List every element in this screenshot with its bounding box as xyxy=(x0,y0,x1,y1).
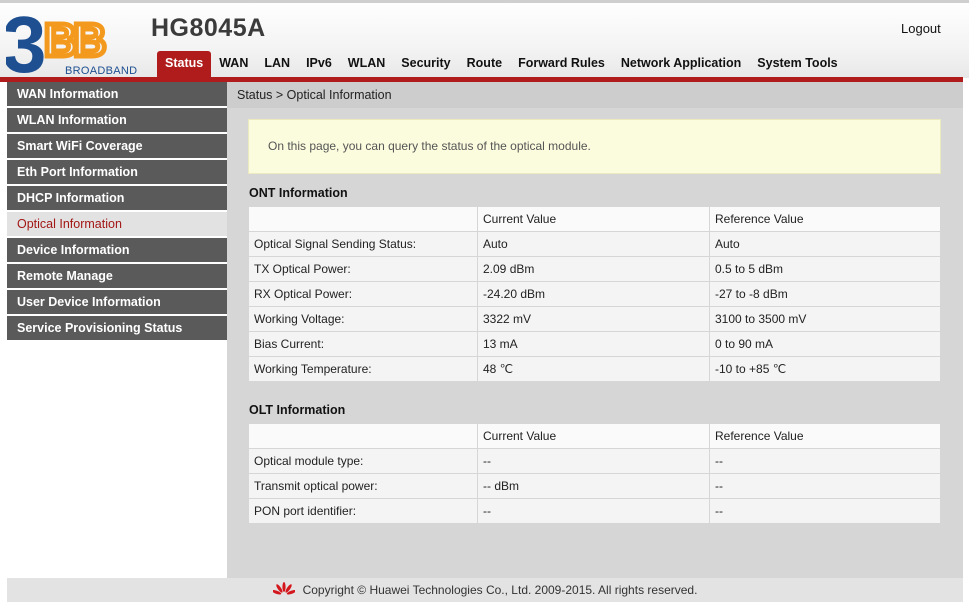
sidebar-item-service-provisioning-status[interactable]: Service Provisioning Status xyxy=(7,316,227,342)
copyright-text: Copyright © Huawei Technologies Co., Ltd… xyxy=(302,583,698,597)
table-header-row: Current Value Reference Value xyxy=(248,423,941,449)
reference-value: 3100 to 3500 mV xyxy=(709,306,941,332)
sidebar-item-wan-information[interactable]: WAN Information xyxy=(7,82,227,108)
page-description: On this page, you can query the status o… xyxy=(248,119,941,174)
nav-tab-wan[interactable]: WAN xyxy=(211,51,256,77)
header: 3 BB BROADBAND HG8045A Logout Status WAN L… xyxy=(0,0,969,78)
table-row: PON port identifier: -- -- xyxy=(248,498,941,524)
row-label: Optical Signal Sending Status: xyxy=(248,231,478,257)
logo-brand-text: BROADBAND xyxy=(65,65,137,77)
row-label: PON port identifier: xyxy=(248,498,478,524)
current-value: -- dBm xyxy=(477,473,710,499)
ont-info-table: Current Value Reference Value Optical Sign… xyxy=(248,206,941,382)
sidebar-item-eth-port-information[interactable]: Eth Port Information xyxy=(7,160,227,186)
column-header: Current Value xyxy=(477,423,710,449)
page-edge xyxy=(963,82,969,611)
reference-value: 0 to 90 mA xyxy=(709,331,941,357)
breadcrumb: Status > Optical Information xyxy=(227,82,963,108)
nav-tab-ipv6[interactable]: IPv6 xyxy=(298,51,340,77)
sidebar-item-dhcp-information[interactable]: DHCP Information xyxy=(7,186,227,212)
content-area: Status > Optical Information On this pag… xyxy=(227,82,963,578)
device-model: HG8045A xyxy=(151,14,266,42)
row-label: Optical module type: xyxy=(248,448,478,474)
logo-3bb: 3 BB BROADBAND xyxy=(6,6,137,78)
row-label: RX Optical Power: xyxy=(248,281,478,307)
sidebar-item-remote-manage[interactable]: Remote Manage xyxy=(7,264,227,290)
current-value: 2.09 dBm xyxy=(477,256,710,282)
sidebar-item-user-device-information[interactable]: User Device Information xyxy=(7,290,227,316)
column-header xyxy=(248,206,478,232)
nav-tab-network-application[interactable]: Network Application xyxy=(613,51,749,77)
top-border xyxy=(0,0,969,3)
current-value: 48 ℃ xyxy=(477,356,710,382)
footer-content: Copyright © Huawei Technologies Co., Ltd… xyxy=(272,578,698,602)
nav-tab-wlan[interactable]: WLAN xyxy=(340,51,394,77)
reference-value: Auto xyxy=(709,231,941,257)
main-nav: Status WAN LAN IPv6 WLAN Security Route Forward… xyxy=(157,51,846,77)
current-value: -24.20 dBm xyxy=(477,281,710,307)
table-row: Working Temperature: 48 ℃ -10 to +85 ℃ xyxy=(248,356,941,382)
nav-tab-forward-rules[interactable]: Forward Rules xyxy=(510,51,613,77)
current-value: 3322 mV xyxy=(477,306,710,332)
row-label: Bias Current: xyxy=(248,331,478,357)
table-row: RX Optical Power: -24.20 dBm -27 to -8 dBm xyxy=(248,281,941,307)
logout-link[interactable]: Logout xyxy=(901,21,941,36)
row-label: Working Voltage: xyxy=(248,306,478,332)
table-row: Optical module type: -- -- xyxy=(248,448,941,474)
table-row: Optical Signal Sending Status: Auto Auto xyxy=(248,231,941,257)
reference-value: -- xyxy=(709,473,941,499)
current-value: 13 mA xyxy=(477,331,710,357)
nav-tab-status[interactable]: Status xyxy=(157,51,212,77)
table-row: Working Voltage: 3322 mV 3100 to 3500 mV xyxy=(248,306,941,332)
ont-section-title: ONT Information xyxy=(249,186,348,200)
olt-info-table: Current Value Reference Value Optical modu… xyxy=(248,423,941,524)
footer: Copyright © Huawei Technologies Co., Ltd… xyxy=(7,578,963,602)
column-header: Reference Value xyxy=(709,423,941,449)
reference-value: -- xyxy=(709,448,941,474)
nav-tab-lan[interactable]: LAN xyxy=(256,51,298,77)
logo-3-glyph: 3 xyxy=(6,6,47,78)
logo-bb-glyph: BB xyxy=(44,14,105,66)
olt-section-title: OLT Information xyxy=(249,403,346,417)
column-header: Current Value xyxy=(477,206,710,232)
page-bottom-edge xyxy=(0,602,969,611)
nav-tab-system-tools[interactable]: System Tools xyxy=(749,51,845,77)
sidebar-item-wlan-information[interactable]: WLAN Information xyxy=(7,108,227,134)
current-value: -- xyxy=(477,498,710,524)
current-value: -- xyxy=(477,448,710,474)
reference-value: -10 to +85 ℃ xyxy=(709,356,941,382)
column-header xyxy=(248,423,478,449)
table-row: TX Optical Power: 2.09 dBm 0.5 to 5 dBm xyxy=(248,256,941,282)
reference-value: -27 to -8 dBm xyxy=(709,281,941,307)
current-value: Auto xyxy=(477,231,710,257)
nav-tab-route[interactable]: Route xyxy=(459,51,510,77)
reference-value: 0.5 to 5 dBm xyxy=(709,256,941,282)
reference-value: -- xyxy=(709,498,941,524)
sidebar-item-optical-information[interactable]: Optical Information xyxy=(7,212,227,238)
column-header: Reference Value xyxy=(709,206,941,232)
row-label: Transmit optical power: xyxy=(248,473,478,499)
table-row: Transmit optical power: -- dBm -- xyxy=(248,473,941,499)
table-header-row: Current Value Reference Value xyxy=(248,206,941,232)
huawei-logo-icon xyxy=(272,582,295,595)
sidebar: WAN Information WLAN Information Smart WiF… xyxy=(7,82,227,578)
nav-tab-security[interactable]: Security xyxy=(393,51,458,77)
table-row: Bias Current: 13 mA 0 to 90 mA xyxy=(248,331,941,357)
row-label: TX Optical Power: xyxy=(248,256,478,282)
sidebar-item-device-information[interactable]: Device Information xyxy=(7,238,227,264)
row-label: Working Temperature: xyxy=(248,356,478,382)
sidebar-item-smart-wifi-coverage[interactable]: Smart WiFi Coverage xyxy=(7,134,227,160)
